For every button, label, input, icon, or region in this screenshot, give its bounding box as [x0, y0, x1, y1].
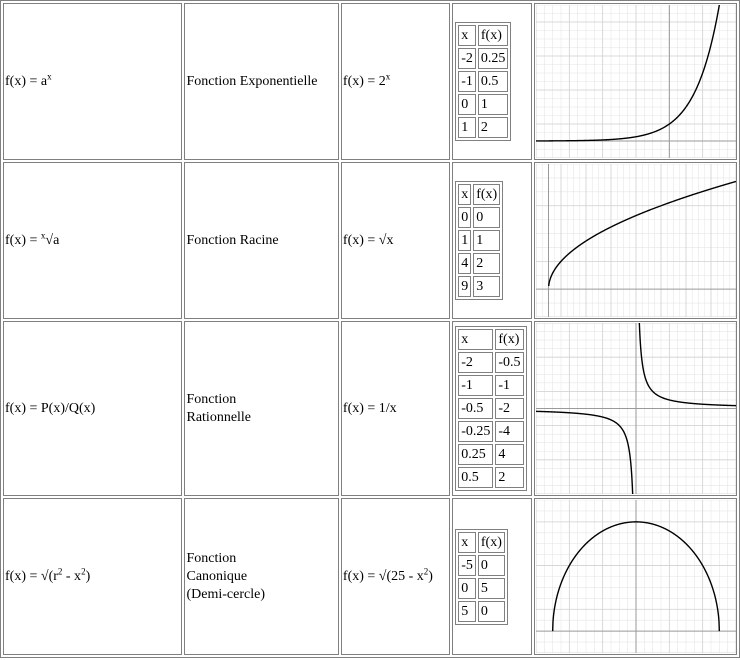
table-cell: -2: [458, 352, 494, 373]
table-cell: -0.5: [495, 352, 524, 373]
table-cell: -1: [458, 375, 494, 396]
functions-table: f(x) = ax Fonction Exponentielle f(x) = …: [0, 0, 740, 658]
formula-text: f(x) = ax: [5, 70, 52, 89]
function-name: Fonction Racine: [186, 232, 279, 248]
values-table: x f(x) -5 0 05 50: [455, 528, 508, 625]
table-header: x: [458, 531, 476, 553]
table-header: f(x): [477, 25, 509, 46]
table-cell: 9: [458, 276, 472, 297]
table-cell: -2: [495, 398, 524, 419]
example-formula: f(x) = 2x: [342, 70, 391, 89]
graph-cell: [534, 162, 737, 319]
table-cell: 2: [495, 467, 524, 488]
table-cell: 0: [473, 207, 501, 228]
function-name-line: Rationnelle: [186, 409, 252, 425]
table-row: f(x) = √(r2 - x2) Fonction Canonique (De…: [3, 498, 737, 655]
table-header: f(x): [495, 329, 524, 350]
table-cell: 0.5: [477, 71, 509, 92]
table-cell: 0.5: [458, 467, 494, 488]
table-cell: 1: [458, 230, 472, 251]
example-cell: f(x) = √x: [340, 162, 451, 319]
formula-text: f(x) = x√a: [5, 229, 60, 248]
table-cell: 0: [458, 94, 476, 115]
table-header: f(x): [473, 184, 501, 205]
table-cell: 0: [477, 554, 505, 576]
values-table: x f(x) -2 -0.5 -1 -1 -0.5 -2 -0.25 -4 0.25 4 0…: [455, 326, 527, 491]
values-cell: x f(x) -2 0.25 -1 0.5 01 12: [452, 3, 533, 160]
formula-cell: f(x) = x√a: [3, 162, 183, 319]
values-table: x f(x) -2 0.25 -1 0.5 01 12: [455, 22, 512, 141]
example-cell: f(x) = 1/x: [340, 321, 451, 496]
table-header: x: [458, 25, 476, 46]
formula-cell: f(x) = ax: [3, 3, 183, 160]
example-formula: f(x) = √x: [342, 232, 394, 248]
table-cell: 0: [458, 577, 476, 599]
function-name-line: Fonction: [186, 391, 237, 407]
function-name: Fonction Exponentielle: [186, 73, 318, 89]
semicircle-graph: [535, 500, 736, 653]
example-formula: f(x) = 1/x: [342, 400, 397, 416]
rational-graph: [535, 323, 736, 494]
graph-cell: [534, 3, 737, 160]
function-name-line: Canonique: [186, 568, 248, 584]
function-name-cell: Fonction Racine: [184, 162, 339, 319]
table-cell: -0.25: [458, 421, 494, 442]
table-cell: 0: [458, 207, 472, 228]
exponential-graph: [535, 5, 736, 158]
function-name-line: Fonction: [186, 550, 237, 566]
function-name-line: (Demi-cercle): [186, 586, 265, 602]
table-cell: -4: [495, 421, 524, 442]
table-row: f(x) = x√a Fonction Racine f(x) = √x x f(…: [3, 162, 737, 319]
table-cell: 1: [477, 94, 509, 115]
table-row: f(x) = ax Fonction Exponentielle f(x) = …: [3, 3, 737, 160]
table-cell: 2: [473, 253, 501, 274]
table-cell: 1: [473, 230, 501, 251]
table-cell: 0.25: [477, 48, 509, 69]
formula-text: f(x) = P(x)/Q(x): [5, 400, 96, 416]
table-header: x: [458, 329, 494, 350]
table-row: f(x) = P(x)/Q(x) Fonction Rationnelle f(…: [3, 321, 737, 496]
table-cell: 5: [458, 600, 476, 622]
table-cell: -1: [458, 71, 476, 92]
formula-text: f(x) = √(r2 - x2): [5, 565, 91, 584]
values-cell: x f(x) -5 0 05 50: [452, 498, 533, 655]
table-cell: 4: [458, 253, 472, 274]
table-header: f(x): [477, 531, 505, 553]
function-name-cell: Fonction Exponentielle: [184, 3, 339, 160]
table-cell: 1: [458, 117, 476, 138]
values-cell: x f(x) -2 -0.5 -1 -1 -0.5 -2 -0.25 -4 0.25 4 0…: [452, 321, 533, 496]
formula-cell: f(x) = √(r2 - x2): [3, 498, 183, 655]
table-cell: 0.25: [458, 444, 494, 465]
formula-cell: f(x) = P(x)/Q(x): [3, 321, 183, 496]
table-cell: -5: [458, 554, 476, 576]
graph-cell: [534, 498, 737, 655]
table-cell: -1: [495, 375, 524, 396]
table-cell: 4: [495, 444, 524, 465]
table-cell: 0: [477, 600, 505, 622]
table-cell: 5: [477, 577, 505, 599]
square-root-graph: [535, 164, 736, 317]
table-cell: 2: [477, 117, 509, 138]
graph-cell: [534, 321, 737, 496]
example-cell: f(x) = √(25 - x2): [340, 498, 451, 655]
table-cell: -0.5: [458, 398, 494, 419]
values-table: x f(x) 00 11 42 93: [455, 181, 504, 300]
function-name-cell: Fonction Canonique (Demi-cercle): [184, 498, 339, 655]
function-name-cell: Fonction Rationnelle: [184, 321, 339, 496]
values-cell: x f(x) 00 11 42 93: [452, 162, 533, 319]
table-cell: -2: [458, 48, 476, 69]
example-formula: f(x) = √(25 - x2): [342, 565, 433, 584]
table-header: x: [458, 184, 472, 205]
table-cell: 3: [473, 276, 501, 297]
example-cell: f(x) = 2x: [340, 3, 451, 160]
